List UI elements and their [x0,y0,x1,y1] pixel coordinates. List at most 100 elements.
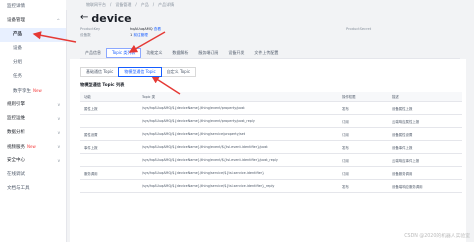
cell-desc: 设备服务调用 [388,166,462,180]
cell-desc: 设备属性上报 [388,101,462,115]
table-row: 属性设置/sys/hqAUuqAMQ/${deviceName}/thing/s… [80,127,462,141]
subtab-1[interactable]: 物模型通信 Topic [118,67,162,77]
cell-topic: /sys/hqAUuqAMQ/${deviceName}/thing/event… [138,140,338,154]
sidebar-item-label: 设备 [13,46,22,51]
breadcrumb-item[interactable]: 设备管理 [115,2,131,7]
cell-desc: 云端响应事件上报 [388,153,462,167]
product-secret-label-right: ProductSecret [346,27,371,33]
topic-table: 功能 Topic 类操作权限 描述 属性上报/sys/hqAUuqAMQ/${dev… [80,92,462,193]
cell-func: 属性上报 [80,101,138,115]
cell-topic: /sys/hqAUuqAMQ/${deviceName}/thing/event… [138,153,338,167]
product-key-label: ProductKey [80,27,101,31]
table-row: /sys/hqAUuqAMQ/${deviceName}/thing/servi… [80,179,462,193]
tab-4[interactable]: 服务端订阅 [193,48,223,58]
sidebar-item-label: 设备管理 [7,18,25,23]
table-row: /sys/hqAUuqAMQ/${deviceName}/thing/event… [80,153,462,167]
sidebar-item-label: 监控运维 [7,116,25,121]
sidebar-item-label: 规则引擎 [7,102,25,107]
device-count-label: 设备数 [80,32,91,37]
cell-func [80,153,138,167]
sidebar-item-label: 监控详情 [7,4,25,9]
sidebar-item[interactable]: 视频服务 New v [0,140,66,154]
cell-topic: /sys/hqAUuqAMQ/${deviceName}/thing/event… [138,114,338,128]
sidebar-item[interactable]: 分组 [0,56,66,70]
table-header-cell: 功能 [80,92,138,102]
table-header-cell: Topic 类 [138,92,338,102]
sidebar-item-label: 视频服务 [7,145,25,150]
sidebar-item-label: 产品 [13,32,22,37]
table-row: /sys/hqAUuqAMQ/${deviceName}/thing/event… [80,114,462,128]
tab-2[interactable]: 功能定义 [141,48,167,58]
chevron-up-icon: ^ [56,18,60,23]
title-row: ← device [70,10,474,26]
back-arrow-icon[interactable]: ← [80,13,88,23]
sidebar-item[interactable]: 设备 [0,42,66,56]
sidebar-item-label: 任务 [13,74,22,79]
cell-desc: 设备端响应服务调用 [388,179,462,193]
cell-topic: /sys/hqAUuqAMQ/${deviceName}/thing/servi… [138,179,338,193]
page-title: device [91,11,132,25]
tab-0[interactable]: 产品信息 [80,48,106,58]
cell-perm: 订阅 [338,127,388,141]
product-secret-value: hqAUuqAMQ [130,27,153,31]
topic-subtabs: 基础通信 Topic 物模型通信 Topic 自定义 Topic [80,67,197,77]
cell-perm: 发布 [338,101,388,115]
tab-3[interactable]: 数据解析 [167,48,193,58]
sidebar-item[interactable]: 设备管理 ^ [0,14,66,28]
subtab-0[interactable]: 基础通信 Topic [80,67,120,77]
cell-perm: 发布 [338,140,388,154]
product-secret-block: hqAUuqAMQ 查看 1 前往管理 [130,27,161,38]
cell-desc: 设备属性设置 [388,127,462,141]
view-secret-link[interactable]: 查看 [154,27,161,31]
chevron-down-icon: v [57,102,60,107]
sidebar-item[interactable]: 安全中心 v [0,154,66,168]
breadcrumb-separator: / [152,2,155,7]
sidebar-item[interactable]: 任务 [0,70,66,84]
product-secret-label: ProductSecret [346,27,372,31]
sidebar-item-label: 在线调试 [7,172,25,177]
sidebar-item[interactable]: 产品 [0,28,66,42]
table-row: 事件上报/sys/hqAUuqAMQ/${deviceName}/thing/e… [80,140,462,154]
sidebar-item[interactable]: 规则引擎 v [0,98,66,112]
sidebar-item-label: 分组 [13,60,22,65]
chevron-down-icon: v [57,158,60,163]
topic-panel: 基础通信 Topic 物模型通信 Topic 自定义 Topic 物模型通信 Top… [70,59,466,242]
sidebar-item[interactable]: 文档与工具 [0,182,66,196]
sidebar-item[interactable]: 数据分析 v [0,126,66,140]
sidebar-item[interactable]: 监控详情 [0,0,66,14]
tab-1[interactable]: Topic 类列表 [106,48,142,58]
table-header-cell: 描述 [388,92,462,102]
watermark: CSDN @2020的机器人实验室 [404,234,470,239]
tab-5[interactable]: 设备开发 [223,48,249,58]
chevron-down-icon: v [57,144,60,149]
sidebar: 监控详情 设备管理 ^ 产品 设备 分组 任务 数字孪生 New 规则引擎 v 监控运维 v 数据分析 v 视… [0,0,67,242]
product-tabs: 产品信息 Topic 类列表 功能定义 数据解析 服务端订阅 设备开发 文件上传配置 [80,48,460,59]
cell-func [80,114,138,128]
cell-func: 服务调用 [80,166,138,180]
tab-6[interactable]: 文件上传配置 [249,48,283,58]
topic-list-title: 物模型通信 Topic 列表 [80,82,125,87]
cell-perm: 发布 [338,179,388,193]
table-header-cell: 操作权限 [338,92,388,102]
breadcrumb-separator: / [110,2,112,7]
table-row: 服务调用/sys/hqAUuqAMQ/${deviceName}/thing/s… [80,166,462,180]
cell-func: 事件上报 [80,140,138,154]
cell-perm: 订阅 [338,166,388,180]
product-info-row: ProductKey 设备数 hqAUuqAMQ 查看 1 前往管理 Produ… [70,26,474,48]
table-row: 属性上报/sys/hqAUuqAMQ/${deviceName}/thing/e… [80,101,462,115]
cell-perm: 订阅 [338,114,388,128]
sidebar-item[interactable]: 数字孪生 New [0,84,66,98]
cell-desc: 云端响应属性上报 [388,114,462,128]
sidebar-item[interactable]: 监控运维 v [0,112,66,126]
breadcrumb-item[interactable]: 物联网平台 [86,2,106,7]
manage-devices-link[interactable]: 前往管理 [133,33,147,37]
breadcrumb: 物联网平台 / 设备管理 / 产品 / 产品详情 [66,0,474,10]
cell-topic: /sys/hqAUuqAMQ/${deviceName}/thing/servi… [138,127,338,141]
device-count-value: 1 [130,32,133,37]
cell-func: 属性设置 [80,127,138,141]
subtab-2[interactable]: 自定义 Topic [160,67,197,77]
sidebar-item-label: 文档与工具 [7,186,30,191]
breadcrumb-item[interactable]: 产品 [141,2,149,7]
sidebar-item[interactable]: 在线调试 [0,168,66,182]
breadcrumb-item[interactable]: 产品详情 [158,2,174,7]
